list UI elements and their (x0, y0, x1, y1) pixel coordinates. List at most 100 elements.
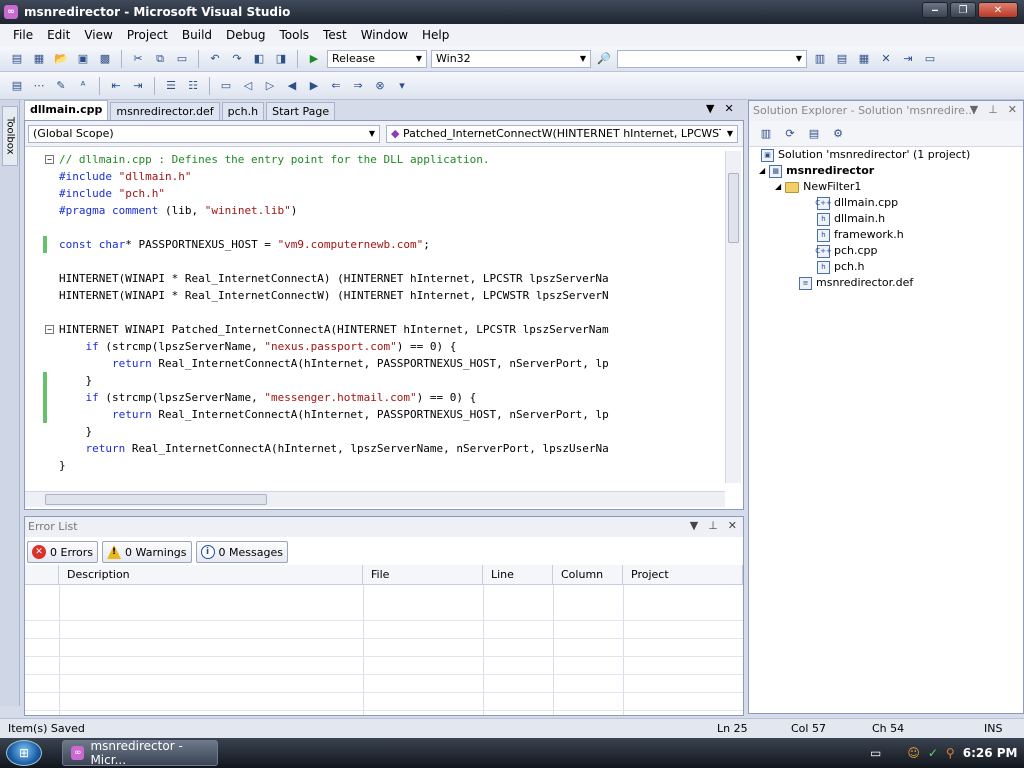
class-view-icon[interactable]: ⚙ (829, 125, 847, 143)
code-area[interactable]: // dllmain.cpp : Defines the entry point… (25, 151, 725, 491)
code-line[interactable]: if (strcmp(lpszServerName, "nexus.passpo… (59, 338, 457, 355)
configuration-combo[interactable]: Release ▼ (327, 49, 427, 68)
column-file[interactable]: File (363, 565, 483, 585)
maximize-button[interactable]: ❐ (950, 2, 976, 18)
code-line[interactable]: #include "dllmain.h" (59, 168, 191, 185)
tab-pch-h[interactable]: pch.h (221, 102, 265, 120)
add-item-icon[interactable]: ▦ (30, 50, 48, 68)
show-all-files-icon[interactable]: ▥ (757, 125, 775, 143)
scope-combo[interactable]: (Global Scope) ▼ (28, 124, 380, 143)
next-bookmark-folder-icon[interactable]: ▶ (305, 77, 323, 95)
window-position-icon[interactable]: ▼ (970, 103, 978, 116)
code-line[interactable]: } (59, 423, 92, 440)
menu-help[interactable]: Help (415, 24, 456, 46)
function-combo[interactable]: ◆ Patched_InternetConnectW(HINTERNET hIn… (386, 124, 738, 143)
decrease-indent-icon[interactable]: ⇤ (107, 77, 125, 95)
errors-toggle[interactable]: ✕ 0 Errors (27, 541, 99, 563)
menu-debug[interactable]: Debug (219, 24, 272, 46)
horizontal-scrollbar[interactable] (25, 491, 725, 507)
complete-word-icon[interactable]: ᴬ (74, 77, 92, 95)
refresh-icon[interactable]: ⟳ (781, 125, 799, 143)
menu-file[interactable]: File (6, 24, 40, 46)
search-icon[interactable]: ⚲ (946, 746, 955, 760)
column-column[interactable]: Column (553, 565, 623, 585)
tree-file[interactable]: ≡ msnredirector.def (799, 275, 913, 291)
properties-icon[interactable]: ▤ (833, 50, 851, 68)
menu-view[interactable]: View (77, 24, 119, 46)
copy-icon[interactable]: ⧉ (151, 50, 169, 68)
code-line[interactable]: #pragma comment (lib, "wininet.lib") (59, 202, 297, 219)
tree-file[interactable]: h dllmain.h (817, 211, 885, 227)
active-files-icon[interactable]: ▼ (706, 102, 714, 118)
navigate-backward-icon[interactable]: ◧ (250, 50, 268, 68)
code-line[interactable]: return Real_InternetConnectA(hInternet, … (59, 440, 609, 457)
column-description[interactable]: Description (59, 565, 363, 585)
find-in-files-icon[interactable]: 🔎 (595, 50, 613, 68)
menu-window[interactable]: Window (354, 24, 415, 46)
tree-filter[interactable]: ◢ NewFilter1 (775, 179, 861, 195)
menu-project[interactable]: Project (120, 24, 175, 46)
parameter-info-icon[interactable]: ⋯ (30, 77, 48, 95)
code-line[interactable]: return Real_InternetConnectA(hInternet, … (59, 406, 609, 423)
comment-lines-icon[interactable]: ☰ (162, 77, 180, 95)
scroll-thumb[interactable] (45, 494, 267, 505)
window-position-icon[interactable]: ▼ (690, 519, 698, 532)
close-panel-icon[interactable]: ✕ (1008, 103, 1017, 116)
solution-explorer-icon[interactable]: ▥ (811, 50, 829, 68)
code-line[interactable]: } (59, 457, 66, 474)
vertical-scrollbar[interactable] (725, 151, 741, 483)
open-file-icon[interactable]: 📂 (52, 50, 70, 68)
tab-dllmain-cpp[interactable]: dllmain.cpp (24, 100, 109, 120)
previous-bookmark-icon[interactable]: ◁ (239, 77, 257, 95)
toggle-bookmark-icon[interactable]: ▭ (217, 77, 235, 95)
code-line[interactable]: if (strcmp(lpszServerName, "messenger.ho… (59, 389, 477, 406)
code-editor[interactable]: (Global Scope) ▼ ◆ Patched_InternetConnec… (24, 120, 744, 510)
paste-icon[interactable]: ▭ (173, 50, 191, 68)
collapse-outline-icon[interactable]: − (45, 325, 54, 334)
save-icon[interactable]: ▣ (74, 50, 92, 68)
code-line[interactable]: const char* PASSPORTNEXUS_HOST = "vm9.co… (59, 236, 430, 253)
uncomment-lines-icon[interactable]: ☷ (184, 77, 202, 95)
toolbox-icon[interactable]: ✕ (877, 50, 895, 68)
undo-icon[interactable]: ↶ (206, 50, 224, 68)
close-document-icon[interactable]: ✕ (724, 102, 733, 118)
menu-test[interactable]: Test (316, 24, 354, 46)
toolbar-options-icon[interactable]: ▾ (393, 77, 411, 95)
taskbar-button-visual-studio[interactable]: ∞ msnredirector - Micr... (62, 739, 218, 767)
collapse-icon[interactable]: ◢ (759, 163, 765, 179)
start-button[interactable]: ⊞ (6, 740, 42, 766)
tree-file[interactable]: h framework.h (817, 227, 904, 243)
save-all-icon[interactable]: ▩ (96, 50, 114, 68)
auto-hide-icon[interactable]: ⊥ (988, 103, 998, 116)
menu-edit[interactable]: Edit (40, 24, 77, 46)
auto-hide-icon[interactable]: ⊥ (708, 519, 718, 532)
properties-icon[interactable]: ▤ (805, 125, 823, 143)
code-line[interactable]: HINTERNET(WINAPI * Real_InternetConnectA… (59, 270, 609, 287)
scroll-thumb[interactable] (728, 173, 739, 243)
display-members-icon[interactable]: ▤ (8, 77, 26, 95)
tree-solution[interactable]: ▣ Solution 'msnredirector' (1 project) (761, 147, 970, 163)
minimize-button[interactable]: ‒ (922, 2, 948, 18)
collapse-icon[interactable]: ◢ (775, 179, 781, 195)
close-button[interactable]: ✕ (978, 2, 1018, 18)
menu-tools[interactable]: Tools (272, 24, 316, 46)
platform-combo[interactable]: Win32 ▼ (431, 49, 591, 68)
quick-info-icon[interactable]: ✎ (52, 77, 70, 95)
navigate-forward-icon[interactable]: ◨ (272, 50, 290, 68)
code-line[interactable]: HINTERNET(WINAPI * Real_InternetConnectW… (59, 287, 609, 304)
keyboard-icon[interactable]: ▭ (870, 746, 881, 760)
tree-project[interactable]: ◢ ▦ msnredirector (759, 163, 874, 179)
menu-build[interactable]: Build (175, 24, 219, 46)
tree-file[interactable]: C++ pch.cpp (815, 243, 878, 259)
previous-bookmark-document-icon[interactable]: ⇐ (327, 77, 345, 95)
column-line[interactable]: Line (483, 565, 553, 585)
cut-icon[interactable]: ✂ (129, 50, 147, 68)
warnings-toggle[interactable]: ! 0 Warnings (102, 541, 192, 563)
tab-msnredirector-def[interactable]: msnredirector.def (110, 102, 220, 120)
increase-indent-icon[interactable]: ⇥ (129, 77, 147, 95)
collapse-outline-icon[interactable]: − (45, 155, 54, 164)
toolbox-tab[interactable]: Toolbox (2, 106, 18, 166)
object-browser-icon[interactable]: ▦ (855, 50, 873, 68)
code-line[interactable]: } (59, 372, 92, 389)
command-window-icon[interactable]: ▭ (921, 50, 939, 68)
